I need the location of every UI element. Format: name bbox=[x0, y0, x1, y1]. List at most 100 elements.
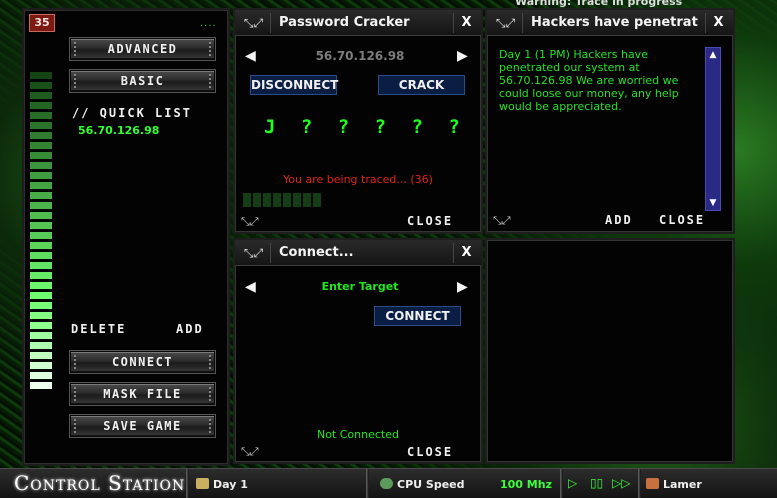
taskbar-divider bbox=[186, 469, 189, 498]
crack-button[interactable]: CRACK bbox=[378, 75, 465, 95]
window-title: Password Cracker bbox=[279, 15, 410, 30]
cpu-icon bbox=[380, 478, 393, 489]
cpu-label: CPU Speed bbox=[397, 478, 465, 491]
progress-segment bbox=[293, 193, 301, 207]
advanced-button[interactable]: ADVANCED bbox=[70, 38, 215, 60]
control-sidebar: 35 .... ADVANCED BASIC // QUICK LIST 56.… bbox=[22, 8, 230, 466]
empty-panel bbox=[485, 238, 735, 464]
quick-list-title: // QUICK LIST bbox=[72, 106, 192, 120]
meter-segment bbox=[30, 152, 52, 159]
connect-sidebar-button[interactable]: CONNECT bbox=[70, 351, 215, 373]
message-titlebar[interactable]: ⤡⤢ Hackers have penetrat X bbox=[487, 10, 733, 36]
trace-meter bbox=[30, 72, 52, 392]
day-text: Day 1 bbox=[213, 478, 248, 491]
pause-icon[interactable]: ▯▯ bbox=[590, 476, 603, 490]
resize-icon[interactable]: ⤡⤢ bbox=[489, 13, 523, 33]
password-cracker-titlebar[interactable]: ⤡⤢ Password Cracker X bbox=[235, 10, 481, 36]
progress-segment bbox=[263, 193, 271, 207]
delete-link[interactable]: DELETE bbox=[71, 322, 126, 336]
connect-button[interactable]: CONNECT bbox=[374, 306, 461, 326]
close-link[interactable]: CLOSE bbox=[407, 445, 453, 459]
meter-segment bbox=[30, 112, 52, 119]
password-cracker-window: ⤡⤢ Password Cracker X ◀ 56.70.126.98 ▶ D… bbox=[233, 8, 570, 234]
arrow-left-icon[interactable]: ◀ bbox=[245, 279, 256, 295]
basic-button[interactable]: BASIC bbox=[70, 70, 215, 92]
add-link[interactable]: ADD bbox=[605, 213, 633, 227]
meter-segment bbox=[30, 252, 52, 259]
trace-status: You are being traced... (36) bbox=[283, 173, 433, 186]
close-link[interactable]: CLOSE bbox=[407, 214, 453, 228]
cpu-speed-indicator: CPU Speed bbox=[380, 478, 465, 491]
meter-segment bbox=[30, 332, 52, 339]
resize-icon[interactable]: ⤡⤢ bbox=[237, 243, 271, 263]
resize-corner-icon[interactable]: ⤡⤢ bbox=[241, 215, 259, 229]
close-icon[interactable]: X bbox=[453, 243, 479, 263]
taskbar-divider bbox=[560, 469, 563, 498]
progress-segment bbox=[283, 193, 291, 207]
arrow-right-icon[interactable]: ▶ bbox=[457, 279, 468, 295]
close-icon[interactable]: X bbox=[705, 13, 731, 33]
quick-list-item[interactable]: 56.70.126.98 bbox=[78, 124, 159, 137]
rank-icon bbox=[646, 478, 659, 489]
arrow-right-icon[interactable]: ▶ bbox=[457, 48, 468, 64]
save-game-button[interactable]: SAVE GAME bbox=[70, 415, 215, 437]
meter-segment bbox=[30, 82, 52, 89]
close-link[interactable]: CLOSE bbox=[659, 213, 705, 227]
window-title: Connect... bbox=[279, 245, 354, 260]
rank-indicator: Lamer bbox=[646, 478, 702, 491]
resize-corner-icon[interactable]: ⤡⤢ bbox=[493, 214, 511, 228]
meter-segment bbox=[30, 132, 52, 139]
meter-segment bbox=[30, 212, 52, 219]
meter-segment bbox=[30, 142, 52, 149]
calendar-icon bbox=[196, 478, 209, 489]
cpu-speed-value: 100 Mhz bbox=[500, 478, 552, 491]
meter-segment bbox=[30, 372, 52, 379]
progress-segment bbox=[273, 193, 281, 207]
window-title: Hackers have penetrat bbox=[531, 15, 698, 30]
fast-forward-icon[interactable]: ▷▷ bbox=[612, 476, 630, 490]
dots-indicator: .... bbox=[200, 18, 217, 29]
resize-corner-icon[interactable]: ⤡⤢ bbox=[241, 445, 259, 459]
message-body: Day 1 (1 PM) Hackers have penetrated our… bbox=[499, 48, 679, 113]
scroll-up-icon[interactable]: ▲ bbox=[708, 50, 718, 60]
add-link[interactable]: ADD bbox=[176, 322, 204, 336]
scroll-down-icon[interactable]: ▼ bbox=[708, 198, 718, 208]
meter-segment bbox=[30, 172, 52, 179]
meter-segment bbox=[30, 292, 52, 299]
close-icon[interactable]: X bbox=[453, 13, 479, 33]
meter-segment bbox=[30, 382, 52, 389]
meter-segment bbox=[30, 182, 52, 189]
rank-text: Lamer bbox=[663, 478, 702, 491]
connect-titlebar[interactable]: ⤡⤢ Connect... X bbox=[235, 240, 481, 266]
trace-warning: Warning: Trace in progress bbox=[515, 0, 683, 8]
play-speed-icon[interactable]: ▷ bbox=[568, 476, 577, 490]
meter-segment bbox=[30, 352, 52, 359]
meter-segment bbox=[30, 122, 52, 129]
meter-segment bbox=[30, 302, 52, 309]
disconnect-button[interactable]: DISCONNECT bbox=[250, 75, 338, 95]
mask-file-button[interactable]: MASK FILE bbox=[70, 383, 215, 405]
meter-segment bbox=[30, 322, 52, 329]
meter-segment bbox=[30, 262, 52, 269]
day-indicator: Day 1 bbox=[196, 478, 248, 491]
meter-segment bbox=[30, 342, 52, 349]
meter-segment bbox=[30, 202, 52, 209]
meter-segment bbox=[30, 272, 52, 279]
progress-segment bbox=[253, 193, 261, 207]
enter-target-label: Enter Target bbox=[321, 280, 399, 293]
arrow-left-icon[interactable]: ◀ bbox=[245, 48, 256, 64]
meter-segment bbox=[30, 222, 52, 229]
host-address: 56.70.126.98 bbox=[315, 49, 405, 63]
control-station-title[interactable]: Control Station bbox=[14, 471, 185, 495]
message-scrollbar[interactable]: ▲ ▼ bbox=[705, 47, 721, 211]
level-badge: 35 bbox=[29, 14, 55, 32]
message-window: ⤡⤢ Hackers have penetrat X Day 1 (1 PM) … bbox=[485, 8, 735, 234]
meter-segment bbox=[30, 192, 52, 199]
meter-segment bbox=[30, 232, 52, 239]
progress-segment bbox=[313, 193, 321, 207]
taskbar: Control Station Day 1 CPU Speed 100 Mhz … bbox=[0, 468, 777, 498]
resize-icon[interactable]: ⤡⤢ bbox=[237, 13, 271, 33]
meter-segment bbox=[30, 312, 52, 319]
crack-progress bbox=[243, 193, 321, 207]
meter-segment bbox=[30, 282, 52, 289]
